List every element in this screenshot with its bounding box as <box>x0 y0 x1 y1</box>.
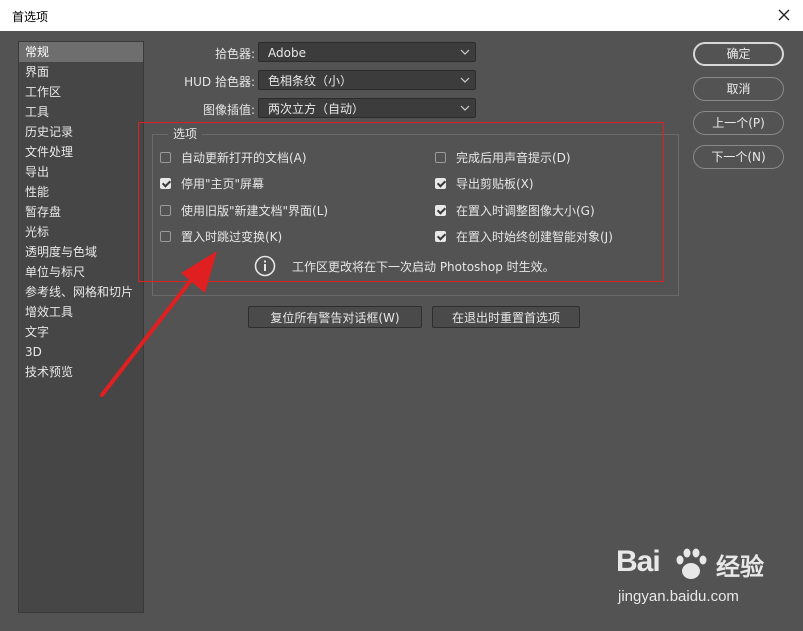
title-bar: 首选项 <box>0 0 803 31</box>
sidebar-item-performance[interactable]: 性能 <box>19 182 143 202</box>
interpolation-value: 两次立方（自动） <box>268 102 365 116</box>
color-picker-label: 拾色器: <box>214 47 255 61</box>
cancel-button[interactable]: 取消 <box>693 77 784 101</box>
hud-color-picker-value: 色相条纹（小） <box>268 74 353 88</box>
watermark-suffix: 经验 <box>716 553 764 581</box>
sidebar-item-workspace[interactable]: 工作区 <box>19 82 143 102</box>
ok-button[interactable]: 确定 <box>693 42 784 66</box>
paw-icon <box>676 548 707 579</box>
sidebar-item-interface[interactable]: 界面 <box>19 62 143 82</box>
chevron-down-icon <box>460 49 470 55</box>
sidebar-item-tools[interactable]: 工具 <box>19 102 143 122</box>
watermark-url: jingyan.baidu.com <box>618 588 739 605</box>
arrow-annotation <box>100 251 217 397</box>
sidebar-item-history[interactable]: 历史记录 <box>19 122 143 142</box>
window-title: 首选项 <box>12 10 49 24</box>
prev-button[interactable]: 上一个(P) <box>693 111 784 135</box>
sidebar-item-general[interactable]: 常规 <box>19 42 143 62</box>
color-picker-select[interactable]: Adobe <box>258 42 476 62</box>
next-button[interactable]: 下一个(N) <box>693 145 784 169</box>
sidebar-item-cursors[interactable]: 光标 <box>19 222 143 242</box>
hud-color-picker-label: HUD 拾色器: <box>184 75 255 89</box>
chevron-down-icon <box>460 105 470 111</box>
chevron-down-icon <box>460 77 470 83</box>
sidebar-item-file-handling[interactable]: 文件处理 <box>19 142 143 162</box>
watermark-logo-text: Bai <box>616 545 661 578</box>
hud-color-picker-select[interactable]: 色相条纹（小） <box>258 70 476 90</box>
reset-warnings-button[interactable]: 复位所有警告对话框(W) <box>248 306 422 328</box>
interpolation-label: 图像插值: <box>202 103 255 117</box>
baidu-watermark: Bai 经验 jingyan.baidu.com <box>616 545 766 615</box>
reset-prefs-button[interactable]: 在退出时重置首选项 <box>432 306 580 328</box>
interpolation-select[interactable]: 两次立方（自动） <box>258 98 476 118</box>
color-picker-value: Adobe <box>268 46 306 60</box>
sidebar-item-scratch-disks[interactable]: 暂存盘 <box>19 202 143 222</box>
sidebar-item-export[interactable]: 导出 <box>19 162 143 182</box>
close-icon[interactable] <box>773 4 795 26</box>
